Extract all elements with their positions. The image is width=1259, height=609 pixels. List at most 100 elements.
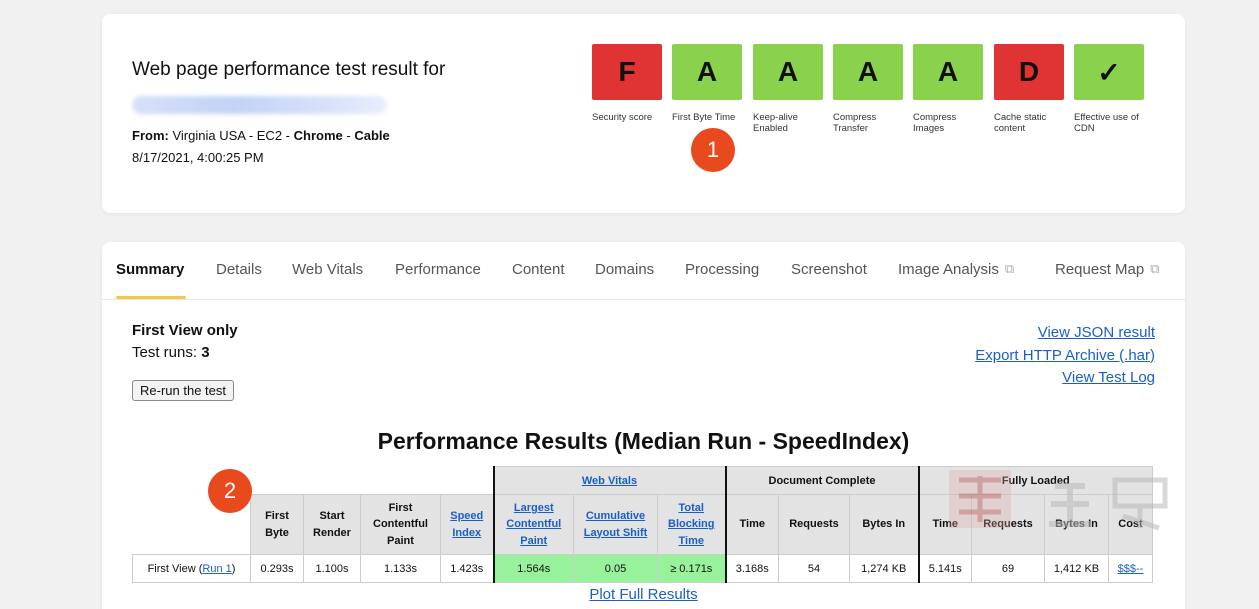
row-label: First View (Run 1) bbox=[132, 554, 251, 583]
cell-dc-requests: 54 bbox=[778, 554, 850, 583]
col-dc-bytes: Bytes In bbox=[849, 494, 919, 555]
col-fl-bytes: Bytes In bbox=[1044, 494, 1109, 555]
result-links: View JSON result Export HTTP Archive (.h… bbox=[975, 322, 1155, 390]
cell-lcp: 1.564s bbox=[492, 554, 574, 583]
test-date: 8/17/2021, 4:00:25 PM bbox=[132, 150, 264, 165]
cell-fl-time: 5.141s bbox=[917, 554, 972, 583]
col-dc-time: Time bbox=[724, 494, 779, 555]
results-title: Performance Results (Median Run - SpeedI… bbox=[377, 428, 910, 454]
cost-link[interactable]: $$$-- bbox=[1118, 563, 1144, 575]
col-start-render: Start Render bbox=[303, 494, 361, 555]
browser-text: Chrome bbox=[293, 128, 343, 143]
tab-processing[interactable]: Processing bbox=[685, 261, 759, 278]
cell-dc-time: 3.168s bbox=[724, 554, 779, 583]
group-document-complete: Document Complete bbox=[724, 466, 919, 495]
cell-cost: $$$-- bbox=[1108, 554, 1153, 583]
annotation-badge-1: 1 bbox=[691, 128, 735, 172]
location-text: Virginia USA - EC2 - bbox=[172, 128, 290, 143]
cell-fl-requests: 69 bbox=[971, 554, 1045, 583]
grade-label: First Byte Time bbox=[672, 112, 736, 123]
rerun-test-button[interactable]: Re-run the test bbox=[132, 380, 234, 401]
tab-performance[interactable]: Performance bbox=[395, 261, 481, 278]
tab-details[interactable]: Details bbox=[216, 261, 262, 278]
grade-box[interactable]: ✓ bbox=[1074, 44, 1144, 100]
cell-cls: 0.05 bbox=[573, 554, 658, 583]
col-fl-time: Time bbox=[917, 494, 972, 555]
cls-link[interactable]: Cumulative Layout Shift bbox=[584, 510, 648, 539]
grade-label: Compress Transfer bbox=[833, 112, 877, 134]
grade-security[interactable]: F Security score bbox=[592, 44, 662, 123]
test-runs: Test runs: 3 bbox=[132, 344, 210, 361]
tab-bar: Summary Details Web Vitals Performance C… bbox=[102, 242, 1185, 300]
from-label: From: bbox=[132, 128, 169, 143]
cell-first-byte: 0.293s bbox=[250, 554, 304, 583]
grade-box[interactable]: F bbox=[592, 44, 662, 100]
view-json-link[interactable]: View JSON result bbox=[975, 322, 1155, 345]
external-link-icon: ⧉ bbox=[1150, 261, 1160, 276]
test-location: From: Virginia USA - EC2 - Chrome - Cabl… bbox=[132, 128, 390, 143]
grade-box[interactable]: A bbox=[833, 44, 903, 100]
tab-label: Request Map bbox=[1055, 261, 1145, 278]
header-spacer bbox=[133, 467, 494, 495]
page-title: Web page performance test result for bbox=[132, 59, 446, 80]
speed-index-link[interactable]: Speed Index bbox=[450, 510, 483, 539]
annotation-badge-2: 2 bbox=[208, 469, 252, 513]
grade-label: Effective use of CDN bbox=[1074, 112, 1139, 134]
grade-label: Security score bbox=[592, 112, 653, 123]
grade-label: Cache static content bbox=[994, 112, 1047, 134]
col-lcp: Largest Contentful Paint bbox=[492, 494, 574, 555]
grade-box[interactable]: A bbox=[672, 44, 742, 100]
group-fully-loaded: Fully Loaded bbox=[917, 466, 1153, 495]
connection-text: Cable bbox=[354, 128, 390, 143]
grade-box[interactable]: A bbox=[913, 44, 983, 100]
run-1-link[interactable]: Run 1 bbox=[202, 563, 231, 575]
tab-web-vitals[interactable]: Web Vitals bbox=[292, 261, 363, 278]
test-runs-value: 3 bbox=[201, 344, 210, 361]
grade-box[interactable]: A bbox=[753, 44, 823, 100]
cell-fcp: 1.133s bbox=[360, 554, 441, 583]
grade-box[interactable]: D bbox=[994, 44, 1064, 100]
test-summary-card: Web page performance test result for Fro… bbox=[102, 14, 1185, 213]
grade-compress-transfer[interactable]: A Compress Transfer bbox=[833, 44, 903, 134]
results-card: Summary Details Web Vitals Performance C… bbox=[102, 242, 1185, 609]
grade-first-byte[interactable]: A First Byte Time bbox=[672, 44, 742, 123]
grade-label: Keep-alive Enabled bbox=[753, 112, 798, 134]
active-tab-indicator bbox=[116, 296, 186, 299]
tbt-link[interactable]: Total Blocking Time bbox=[668, 502, 714, 547]
performance-table: Web Vitals Document Complete Fully Loade… bbox=[132, 466, 1153, 583]
view-test-log-link[interactable]: View Test Log bbox=[975, 367, 1155, 390]
grade-label: Compress Images bbox=[913, 112, 957, 134]
export-har-link[interactable]: Export HTTP Archive (.har) bbox=[975, 345, 1155, 368]
cell-tbt: ≥ 0.171s bbox=[657, 554, 726, 583]
dash-text: - bbox=[346, 128, 351, 143]
grade-cdn[interactable]: ✓ Effective use of CDN bbox=[1074, 44, 1144, 134]
table-row: First View (Run 1) 0.293s 1.100s 1.133s … bbox=[132, 554, 1153, 583]
tab-request-map[interactable]: Request Map ⧉ bbox=[1055, 261, 1160, 278]
tab-label: Image Analysis bbox=[898, 261, 999, 278]
first-view-heading: First View only bbox=[132, 322, 238, 339]
tab-image-analysis[interactable]: Image Analysis ⧉ bbox=[898, 261, 1014, 278]
redacted-url bbox=[132, 96, 387, 114]
row-label-text: First View ( bbox=[147, 562, 203, 575]
col-cost: Cost bbox=[1108, 494, 1153, 555]
tab-content[interactable]: Content bbox=[512, 261, 565, 278]
lcp-link[interactable]: Largest Contentful Paint bbox=[506, 502, 561, 547]
grade-compress-images[interactable]: A Compress Images bbox=[913, 44, 983, 134]
plot-full-results-link[interactable]: Plot Full Results bbox=[589, 586, 697, 603]
web-vitals-link[interactable]: Web Vitals bbox=[582, 475, 637, 487]
tab-domains[interactable]: Domains bbox=[595, 261, 654, 278]
col-fcp: First Contentful Paint bbox=[360, 494, 441, 555]
cell-speed-index: 1.423s bbox=[440, 554, 494, 583]
grade-cache-static[interactable]: D Cache static content bbox=[994, 44, 1064, 134]
grade-keep-alive[interactable]: A Keep-alive Enabled bbox=[753, 44, 823, 134]
plot-full-results: Plot Full Results bbox=[102, 586, 1185, 603]
test-runs-label: Test runs: bbox=[132, 344, 198, 361]
col-dc-requests: Requests bbox=[778, 494, 850, 555]
col-tbt: Total Blocking Time bbox=[657, 494, 726, 555]
tab-summary[interactable]: Summary bbox=[116, 261, 184, 278]
cell-fl-bytes: 1,412 KB bbox=[1044, 554, 1109, 583]
tab-screenshot[interactable]: Screenshot bbox=[791, 261, 867, 278]
row-label-end: ) bbox=[231, 562, 236, 575]
col-speed-index: Speed Index bbox=[440, 494, 494, 555]
group-web-vitals: Web Vitals bbox=[492, 466, 726, 495]
